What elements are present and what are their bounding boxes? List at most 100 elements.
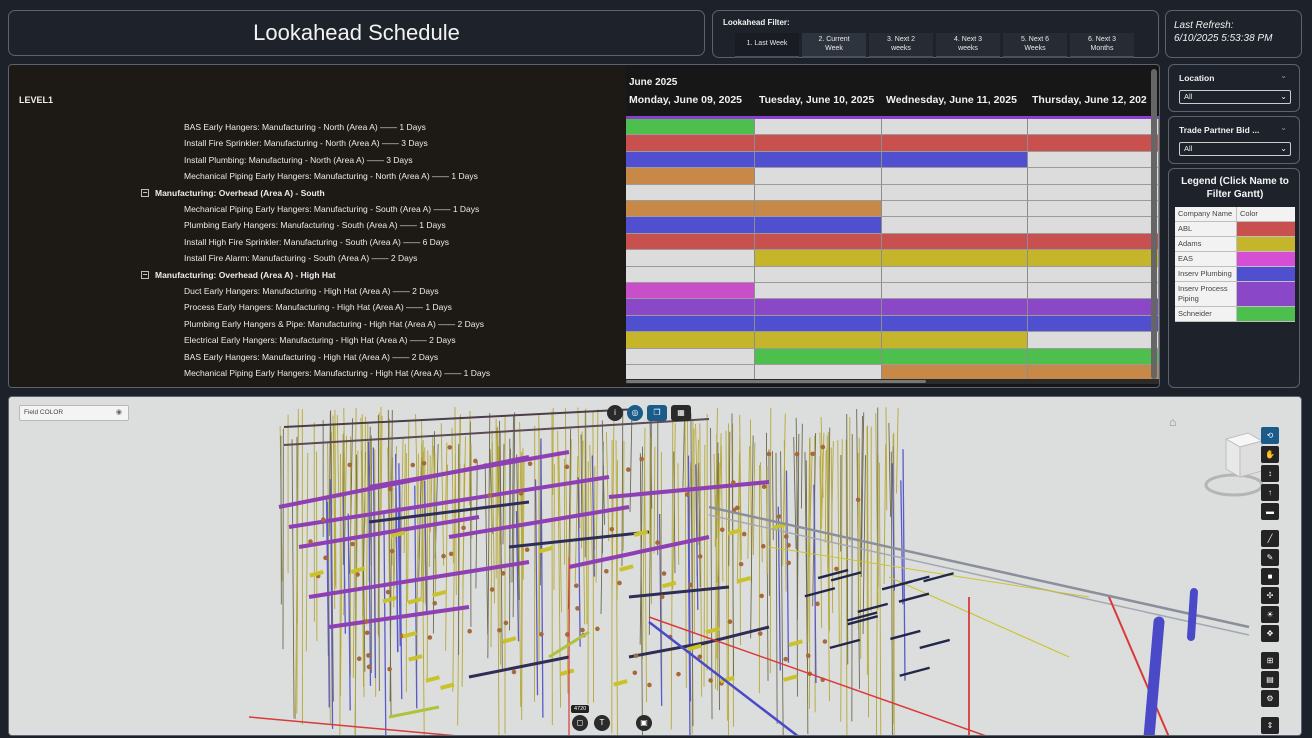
gantt-vertical-scrollbar[interactable] <box>1151 69 1157 379</box>
gantt-bar-cell[interactable] <box>626 266 755 283</box>
explode-icon[interactable]: ✣ <box>1261 587 1279 604</box>
gantt-bar-cell[interactable] <box>1028 168 1159 185</box>
gantt-bar-cell[interactable] <box>755 348 882 365</box>
expand-icon[interactable]: ⇕ <box>1261 717 1279 734</box>
text-icon[interactable]: T <box>594 715 610 731</box>
info-icon[interactable]: i <box>607 405 623 421</box>
gantt-bar-cell[interactable] <box>1028 184 1159 201</box>
gantt-task-row[interactable]: BAS Early Hangers: Manufacturing - High … <box>9 348 1159 365</box>
gantt-bar-cell[interactable] <box>626 365 755 380</box>
gantt-bar-cell[interactable] <box>626 299 755 316</box>
filter-option-4[interactable]: 4. Next 3 weeks <box>936 33 1000 58</box>
gantt-bar-cell[interactable] <box>626 217 755 234</box>
gantt-bar-cell[interactable] <box>1028 135 1159 152</box>
gantt-group-row[interactable]: − Manufacturing: Overhead (Area A) - Sout… <box>9 184 1159 201</box>
gantt-bar-cell[interactable] <box>882 217 1028 234</box>
gantt-bar-cell[interactable] <box>882 168 1028 185</box>
gantt-task-row[interactable]: Duct Early Hangers: Manufacturing - High… <box>9 283 1159 300</box>
gantt-task-row[interactable]: Plumbing Early Hangers & Pipe: Manufactu… <box>9 315 1159 333</box>
gantt-bar-cell[interactable] <box>1028 332 1159 349</box>
gantt-task-row[interactable]: Install High Fire Sprinkler: Manufacturi… <box>9 233 1159 251</box>
gantt-bar-cell[interactable] <box>882 299 1028 316</box>
gantt-bar-cell[interactable] <box>755 283 882 300</box>
gantt-bar-cell[interactable] <box>626 135 755 152</box>
legend-item-abl[interactable]: ABL <box>1175 222 1295 237</box>
gantt-bar-cell[interactable] <box>755 250 882 267</box>
gantt-bar-cell[interactable] <box>882 135 1028 152</box>
gantt-bar-cell[interactable] <box>755 266 882 283</box>
legend-item-adams[interactable]: Adams <box>1175 237 1295 252</box>
markup-icon[interactable]: ✎ <box>1261 549 1279 566</box>
section-icon[interactable]: ◎ <box>627 405 643 421</box>
legend-item-inserv-plumbing[interactable]: Inserv Plumbing <box>1175 267 1295 282</box>
filter-option-2[interactable]: 2. Current Week <box>802 33 866 58</box>
gantt-bar-cell[interactable] <box>626 348 755 365</box>
gantt-bar-cell[interactable] <box>626 332 755 349</box>
collapse-icon[interactable]: − <box>141 189 149 198</box>
gantt-bar-cell[interactable] <box>1028 365 1159 380</box>
gantt-bar-cell[interactable] <box>1028 348 1159 365</box>
filter-option-6[interactable]: 6. Next 3 Months <box>1070 33 1134 58</box>
gantt-bar-cell[interactable] <box>626 283 755 300</box>
box-icon[interactable]: ■ <box>1261 568 1279 585</box>
gantt-bar-cell[interactable] <box>1028 315 1159 333</box>
gantt-task-row[interactable]: Plumbing Early Hangers: Manufacturing - … <box>9 217 1159 234</box>
properties-icon[interactable]: ▤ <box>1261 671 1279 688</box>
gantt-bar-cell[interactable] <box>882 184 1028 201</box>
model-canvas[interactable] <box>9 397 1302 736</box>
gantt-bar-cell[interactable] <box>755 217 882 234</box>
camera-icon[interactable]: ▬ <box>1261 503 1279 520</box>
gantt-task-row[interactable]: BAS Early Hangers: Manufacturing - North… <box>9 119 1159 136</box>
location-dropdown[interactable]: All ⌄ <box>1179 90 1291 104</box>
light-icon[interactable]: ☀ <box>1261 606 1279 623</box>
gantt-group-row[interactable]: − Manufacturing: Overhead (Area A) - High… <box>9 266 1159 283</box>
legend-item-schneider[interactable]: Schneider <box>1175 307 1295 322</box>
filter-option-3[interactable]: 3. Next 2 weeks <box>869 33 933 58</box>
gantt-bar-cell[interactable] <box>1028 233 1159 251</box>
gantt-bar-cell[interactable] <box>626 233 755 251</box>
view-cube[interactable] <box>1204 427 1264 499</box>
gantt-horizontal-scroll-thumb[interactable] <box>626 380 926 383</box>
gantt-bar-cell[interactable] <box>1028 217 1159 234</box>
walk-icon[interactable]: ↑ <box>1261 484 1279 501</box>
home-icon[interactable]: ⌂ <box>1169 415 1176 429</box>
save-icon[interactable]: ▣ <box>636 715 652 731</box>
gantt-bar-cell[interactable] <box>1028 283 1159 300</box>
gantt-bar-cell[interactable] <box>626 119 755 136</box>
gantt-bar-cell[interactable] <box>626 315 755 333</box>
gantt-horizontal-scrollbar[interactable] <box>626 379 1159 384</box>
layers-icon[interactable]: ❐ <box>647 405 667 421</box>
gantt-bar-cell[interactable] <box>882 201 1028 218</box>
gantt-bar-cell[interactable] <box>755 201 882 218</box>
gantt-task-row[interactable]: Install Fire Sprinkler: Manufacturing - … <box>9 135 1159 152</box>
gantt-bar-cell[interactable] <box>755 151 882 169</box>
gantt-bar-cell[interactable] <box>882 151 1028 169</box>
more-options-icon[interactable]: ⌄ <box>1280 123 1287 132</box>
orbit-icon[interactable]: ⟲ <box>1261 427 1279 444</box>
gantt-bar-cell[interactable] <box>626 151 755 169</box>
gantt-bar-cell[interactable] <box>755 299 882 316</box>
pan-icon[interactable]: ✋ <box>1261 446 1279 463</box>
gantt-bar-cell[interactable] <box>882 365 1028 380</box>
grid-icon[interactable]: ▦ <box>671 405 691 421</box>
gantt-task-row[interactable]: Mechanical Piping Early Hangers: Manufac… <box>9 201 1159 218</box>
gantt-task-row[interactable]: Install Plumbing: Manufacturing - North … <box>9 151 1159 169</box>
measure-icon[interactable]: ╱ <box>1261 530 1279 547</box>
move-icon[interactable]: ✥ <box>1261 625 1279 642</box>
gantt-bar-cell[interactable] <box>755 315 882 333</box>
gantt-bar-cell[interactable] <box>755 233 882 251</box>
gantt-bar-cell[interactable] <box>626 168 755 185</box>
gantt-bar-cell[interactable] <box>626 184 755 201</box>
collapse-icon[interactable]: − <box>141 271 149 280</box>
legend-item-inserv-process-piping[interactable]: Inserv Process Piping <box>1175 282 1295 307</box>
gantt-bar-cell[interactable] <box>755 332 882 349</box>
more-options-icon[interactable]: ⌄ <box>1280 71 1287 80</box>
gantt-bar-cell[interactable] <box>1028 201 1159 218</box>
gantt-bar-cell[interactable] <box>755 119 882 136</box>
view-mode-dropdown[interactable]: Field COLOR ◉ <box>19 405 129 421</box>
gantt-bar-cell[interactable] <box>1028 266 1159 283</box>
gantt-bar-cell[interactable] <box>882 332 1028 349</box>
trade-partner-dropdown[interactable]: All ⌄ <box>1179 142 1291 156</box>
gantt-bar-cell[interactable] <box>626 250 755 267</box>
gantt-task-row[interactable]: Mechanical Piping Early Hangers: Manufac… <box>9 365 1159 380</box>
